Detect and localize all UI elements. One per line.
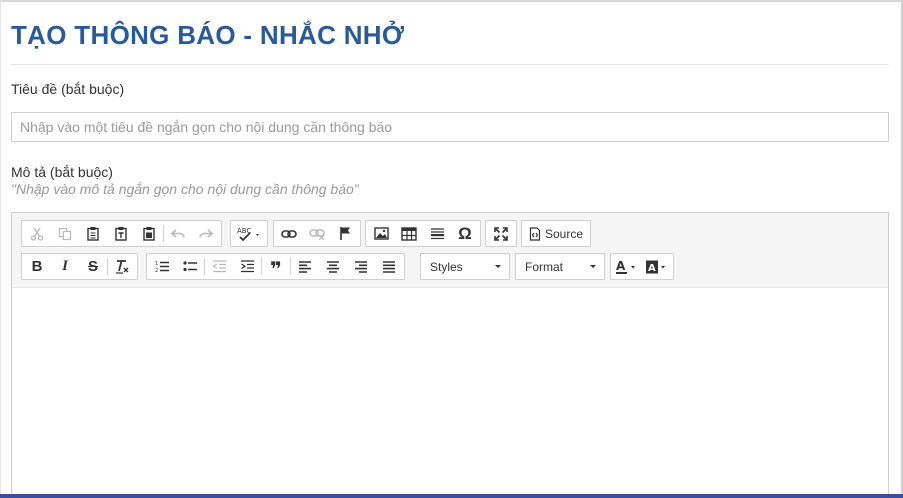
paragraph-group: 12 ❞ — [146, 253, 405, 281]
chevron-down-icon — [590, 265, 596, 268]
paste-word-icon[interactable] — [135, 221, 163, 246]
horizontal-line-icon[interactable] — [423, 221, 451, 246]
maximize-group — [485, 220, 517, 247]
cut-icon[interactable] — [23, 221, 51, 246]
source-label: Source — [545, 226, 584, 241]
blockquote-icon[interactable]: ❞ — [262, 254, 290, 281]
outdent-icon[interactable] — [205, 254, 233, 279]
indent-icon[interactable] — [233, 254, 261, 279]
unlink-icon[interactable] — [303, 221, 331, 246]
italic-icon[interactable]: I — [51, 254, 79, 279]
text-color-icon: A — [616, 259, 635, 274]
clipboard-group — [21, 220, 222, 247]
align-right-icon[interactable] — [347, 254, 375, 279]
source-icon — [529, 226, 541, 241]
styles-dropdown[interactable]: Styles — [420, 253, 510, 280]
title-field-label: Tiêu đề (bắt buộc) — [11, 81, 125, 97]
svg-text:2: 2 — [155, 268, 158, 274]
colors-group: A A — [610, 253, 674, 280]
align-center-icon[interactable] — [319, 254, 347, 279]
svg-text:1: 1 — [155, 261, 158, 267]
basic-styles-group: B I S — [21, 253, 138, 280]
editor-content-area[interactable] — [12, 289, 888, 498]
special-char-omega-icon[interactable]: Ω — [451, 221, 479, 246]
source-button[interactable]: Source — [523, 221, 589, 246]
remove-format-icon[interactable] — [108, 254, 136, 279]
align-left-icon[interactable] — [291, 254, 319, 279]
undo-icon[interactable] — [164, 221, 192, 246]
background-color-icon: A — [646, 260, 665, 274]
rich-text-editor: ABC Ω Source B I S 1 2 ❞ Styles Format A… — [11, 212, 889, 498]
strikethrough-icon[interactable]: S — [79, 254, 107, 279]
bold-icon[interactable]: B — [23, 254, 51, 279]
svg-text:A: A — [616, 259, 626, 273]
justify-icon[interactable] — [375, 254, 403, 279]
image-icon[interactable] — [367, 221, 395, 246]
paste-icon[interactable] — [79, 221, 107, 246]
bulleted-list-icon[interactable] — [176, 254, 204, 279]
link-group — [273, 220, 361, 247]
chevron-down-icon — [495, 265, 501, 268]
redo-icon[interactable] — [192, 221, 220, 246]
insert-group: Ω — [365, 220, 481, 247]
svg-text:A: A — [648, 263, 656, 274]
bottom-accent-bar — [0, 494, 903, 498]
copy-icon[interactable] — [51, 221, 79, 246]
maximize-icon[interactable] — [487, 221, 515, 246]
title-divider — [11, 64, 889, 65]
description-hint: "Nhập vào mô tả ngắn gọn cho nội dung cầ… — [11, 181, 359, 197]
link-icon[interactable] — [275, 221, 303, 246]
numbered-list-icon[interactable]: 12 — [148, 254, 176, 279]
editor-toolbar: ABC Ω Source B I S 1 2 ❞ Styles Format A… — [12, 213, 888, 288]
format-dropdown-label: Format — [525, 259, 564, 274]
text-color-button[interactable]: A — [612, 254, 642, 279]
background-color-button[interactable]: A — [642, 254, 672, 279]
source-group: Source — [521, 220, 592, 247]
anchor-flag-icon[interactable] — [331, 221, 359, 246]
styles-dropdown-label: Styles — [430, 259, 463, 274]
page-title: TẠO THÔNG BÁO - NHẮC NHỞ — [11, 20, 405, 50]
table-icon[interactable] — [395, 221, 423, 246]
paste-text-icon[interactable] — [107, 221, 135, 246]
description-field-label: Mô tả (bắt buộc) — [11, 164, 113, 180]
spellcheck-group: ABC — [230, 220, 268, 247]
title-input[interactable] — [11, 112, 889, 142]
format-dropdown[interactable]: Format — [515, 253, 605, 280]
spellcheck-icon[interactable]: ABC — [232, 221, 266, 246]
